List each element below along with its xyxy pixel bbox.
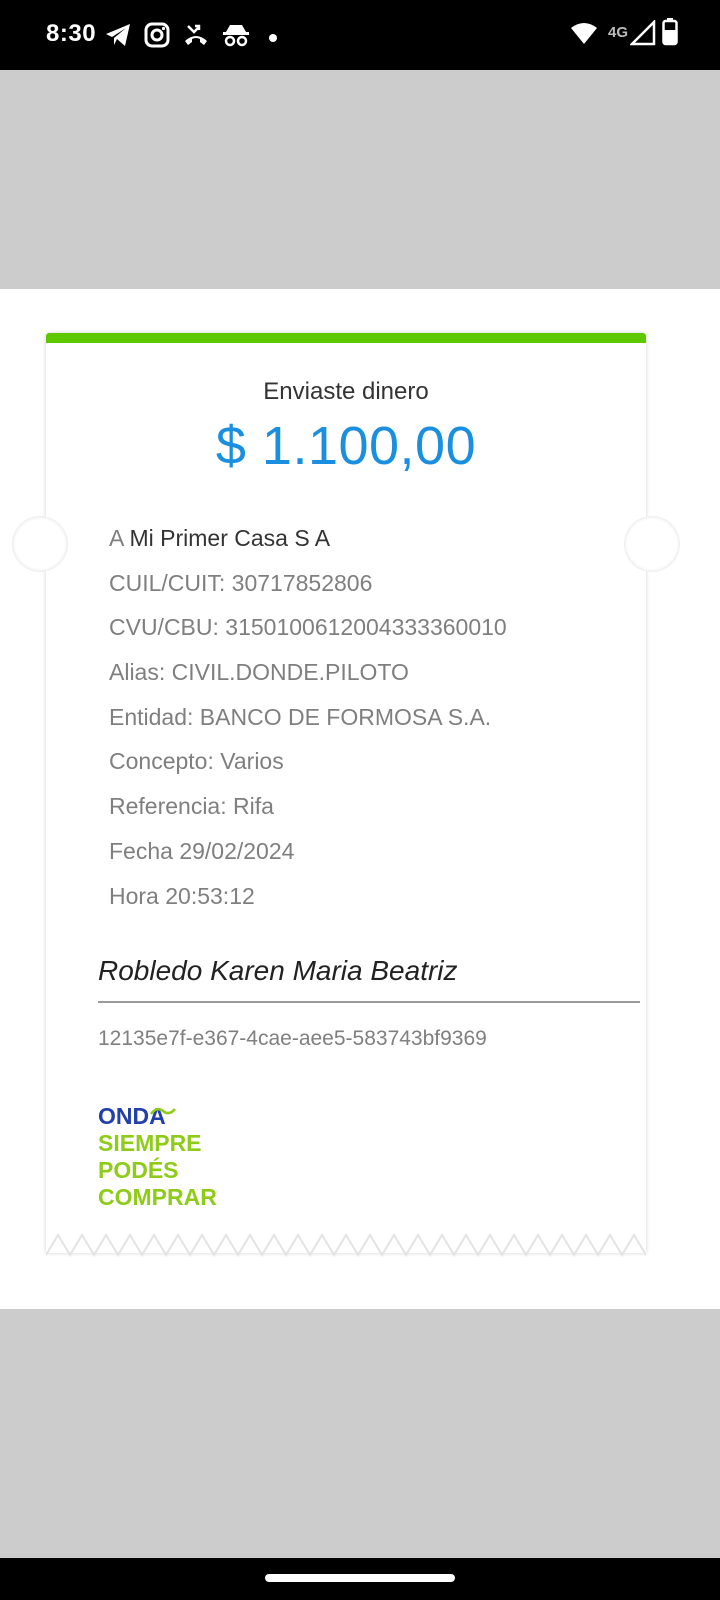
home-gesture-handle[interactable] — [265, 1574, 455, 1582]
cvu-cbu-row: CVU/CBU: 3150100612004333360010 — [109, 614, 507, 641]
date-row: Fecha 29/02/2024 — [109, 837, 295, 864]
transfer-receipt: Enviaste dinero $ 1.100,00 A Mi Primer C… — [12, 333, 680, 1257]
recipient-prefix: A — [109, 525, 130, 551]
network-type-label: 4G — [608, 24, 629, 41]
recipient-name: Mi Primer Casa S A — [129, 525, 331, 551]
missed-call-icon — [182, 22, 210, 53]
receipt-title: Enviaste dinero — [263, 378, 429, 405]
recipient-row: A Mi Primer Casa S A — [109, 525, 629, 570]
transfer-amount: $ 1.100,00 — [215, 416, 477, 476]
status-bar: 8:30 4G — [0, 0, 720, 70]
receipt-notch-right — [624, 516, 680, 572]
receipt-notch-left — [12, 516, 68, 572]
receipt-top-stripe — [46, 333, 646, 343]
concept-row: Concepto: Varios — [109, 748, 284, 775]
signature-divider — [98, 1001, 640, 1003]
battery-icon — [662, 18, 678, 51]
telegram-icon — [104, 22, 132, 53]
notification-dot-icon — [268, 30, 278, 48]
sender-name: Robledo Karen Maria Beatriz — [98, 955, 458, 986]
cuil-cuit-row: CUIL/CUIT: 30717852806 — [109, 569, 373, 596]
incognito-icon — [222, 22, 250, 53]
backdrop-top — [0, 70, 720, 289]
entity-row: Entidad: BANCO DE FORMOSA S.A. — [109, 703, 492, 730]
backdrop-bottom — [0, 1309, 720, 1558]
logo-brand: ONDA — [98, 1103, 217, 1130]
logo-line-3: COMPRAR — [98, 1184, 217, 1210]
receipt-torn-edge — [46, 1233, 646, 1257]
logo-line-2: PODÉS — [98, 1157, 179, 1183]
logo-line-1: SIEMPRE — [98, 1130, 202, 1156]
instagram-icon — [144, 22, 170, 53]
signal-icon — [628, 18, 656, 51]
onda-logo: ONDA SIEMPRE PODÉS COMPRAR — [98, 1103, 217, 1211]
alias-row: Alias: CIVIL.DONDE.PILOTO — [109, 659, 409, 686]
navigation-bar — [0, 1558, 720, 1600]
wifi-icon — [570, 22, 598, 51]
status-time: 8:30 — [46, 20, 97, 47]
time-row: Hora 20:53:12 — [109, 882, 255, 909]
logo-wave-icon — [150, 1107, 176, 1115]
transaction-id: 12135e7f-e367-4cae-aee5-583743bf9369 — [98, 1027, 487, 1050]
reference-row: Referencia: Rifa — [109, 793, 274, 820]
transfer-details: A Mi Primer Casa S A CUIL/CUIT: 30717852… — [109, 525, 629, 927]
system-icons: 4G — [560, 18, 720, 52]
